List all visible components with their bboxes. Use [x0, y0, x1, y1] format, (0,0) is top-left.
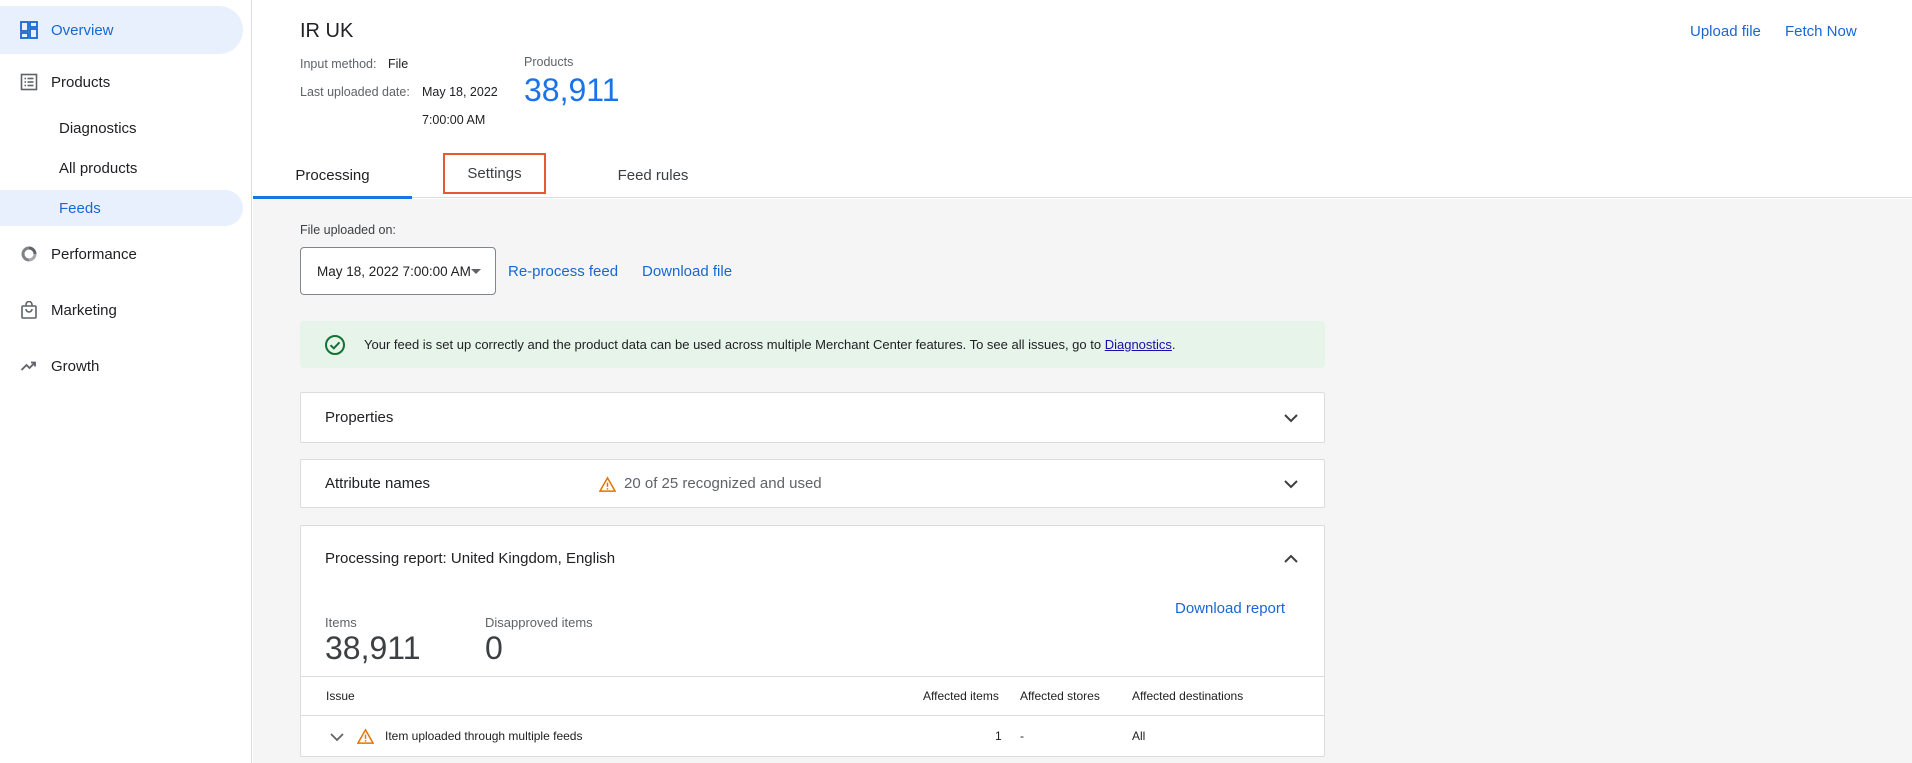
last-uploaded-date: May 18, 2022 — [422, 85, 498, 99]
affected-destinations-value: All — [1132, 729, 1146, 743]
download-file-link[interactable]: Download file — [642, 263, 732, 280]
download-report-link[interactable]: Download report — [1175, 600, 1285, 617]
dashboard-icon — [20, 21, 38, 39]
sidebar-item-label: All products — [59, 159, 138, 177]
column-issue[interactable]: Issue — [326, 689, 355, 703]
sidebar-item-overview[interactable]: Overview — [0, 6, 243, 54]
attribute-names-title: Attribute names — [325, 475, 431, 492]
fetch-now-link[interactable]: Fetch Now — [1785, 23, 1857, 40]
chevron-down-icon[interactable] — [1282, 475, 1300, 493]
sidebar-item-label: Feeds — [59, 199, 101, 217]
list-icon — [20, 73, 38, 91]
products-label: Products — [524, 55, 574, 69]
issues-table-header: Issue Affected items Affected stores Aff… — [301, 676, 1324, 716]
bag-icon — [20, 301, 38, 319]
issue-text: Item uploaded through multiple feeds — [385, 729, 583, 743]
donut-icon — [20, 245, 38, 263]
upload-file-link[interactable]: Upload file — [1690, 23, 1761, 40]
input-method-label: Input method: — [300, 57, 377, 71]
disapproved-value: 0 — [485, 630, 503, 666]
sidebar-item-label: Products — [51, 73, 111, 91]
properties-title: Properties — [325, 409, 394, 426]
products-count[interactable]: 38,911 — [524, 72, 620, 109]
feed-header: IR UK Input method: File Last uploaded d… — [253, 0, 1912, 199]
attribute-names-panel[interactable]: Attribute names 20 of 25 recognized and … — [300, 459, 1325, 508]
trend-up-icon — [20, 357, 38, 375]
chevron-up-icon[interactable] — [1282, 550, 1300, 568]
tab-processing[interactable]: Processing — [253, 153, 412, 199]
check-circle-icon — [325, 335, 345, 355]
sidebar-item-performance[interactable]: Performance — [0, 230, 243, 278]
sidebar-item-growth[interactable]: Growth — [0, 342, 243, 390]
tab-feed-rules[interactable]: Feed rules — [593, 153, 713, 198]
properties-panel[interactable]: Properties — [300, 392, 1325, 443]
reprocess-feed-link[interactable]: Re-process feed — [508, 263, 618, 280]
banner-suffix: . — [1171, 337, 1176, 352]
last-uploaded-label: Last uploaded date: — [300, 85, 410, 99]
sidebar: Overview Products Diagnostics All produc… — [0, 0, 252, 763]
input-method-value: File — [388, 57, 409, 71]
sidebar-item-label: Growth — [51, 357, 100, 375]
last-uploaded-time: 7:00:00 AM — [422, 113, 486, 127]
sidebar-item-label: Marketing — [51, 301, 117, 319]
sidebar-item-diagnostics[interactable]: Diagnostics — [0, 110, 243, 146]
sidebar-item-label: Performance — [51, 245, 137, 263]
sidebar-item-marketing[interactable]: Marketing — [0, 286, 243, 334]
sidebar-item-feeds[interactable]: Feeds — [0, 190, 243, 226]
attribute-status: 20 of 25 recognized and used — [624, 475, 822, 492]
report-title: Processing report: United Kingdom, Engli… — [325, 550, 616, 567]
warning-icon — [599, 476, 616, 492]
main-content: File uploaded on: May 18, 2022 7:00:00 A… — [253, 199, 1912, 763]
chevron-down-icon[interactable] — [1282, 409, 1300, 427]
diagnostics-link[interactable]: Diagnostics — [1105, 337, 1172, 352]
expand-chevron-icon[interactable] — [329, 729, 345, 745]
warning-icon — [357, 728, 374, 744]
column-affected-items[interactable]: Affected items — [923, 689, 999, 703]
affected-stores-value: - — [1020, 729, 1024, 743]
banner-message: Your feed is set up correctly and the pr… — [364, 337, 1105, 352]
sidebar-item-all-products[interactable]: All products — [0, 150, 243, 186]
settings-highlight-box — [443, 153, 546, 194]
file-uploaded-label: File uploaded on: — [300, 223, 396, 237]
page-title: IR UK — [300, 20, 354, 42]
processing-report-panel: Processing report: United Kingdom, Engli… — [300, 525, 1325, 757]
sidebar-item-products[interactable]: Products — [0, 58, 243, 106]
banner-text: Your feed is set up correctly and the pr… — [364, 337, 1176, 352]
column-affected-stores[interactable]: Affected stores — [1020, 689, 1100, 703]
items-value: 38,911 — [325, 630, 421, 666]
column-affected-destinations[interactable]: Affected destinations — [1132, 689, 1243, 703]
file-date-dropdown[interactable]: May 18, 2022 7:00:00 AM — [300, 247, 496, 295]
sidebar-item-label: Diagnostics — [59, 119, 137, 137]
dropdown-caret-icon — [471, 269, 481, 274]
success-banner: Your feed is set up correctly and the pr… — [300, 321, 1325, 368]
sidebar-item-label: Overview — [51, 21, 114, 39]
affected-items-value: 1 — [995, 729, 1002, 743]
disapproved-label: Disapproved items — [485, 615, 593, 630]
file-date-value: May 18, 2022 7:00:00 AM — [317, 263, 471, 279]
table-row[interactable]: Item uploaded through multiple feeds 1 -… — [301, 716, 1324, 756]
items-label: Items — [325, 615, 357, 630]
